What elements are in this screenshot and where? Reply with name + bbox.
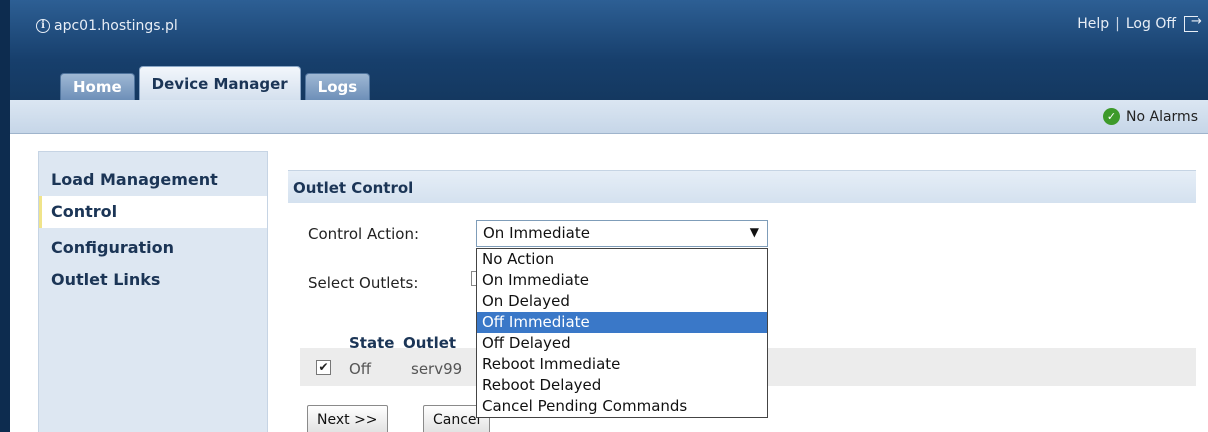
help-link[interactable]: Help [1077, 16, 1109, 32]
alarm-status-label: No Alarms [1126, 108, 1198, 125]
sidebar-item-load-management[interactable]: Load Management [39, 164, 267, 196]
link-separator: | [1115, 16, 1120, 32]
option-reboot-immediate[interactable]: Reboot Immediate [477, 354, 767, 375]
top-links: Help | Log Off [1077, 14, 1202, 32]
option-cancel-pending-commands[interactable]: Cancel Pending Commands [477, 396, 767, 417]
host-name: apc01.hostings.pl [54, 18, 178, 34]
control-action-label: Control Action: [308, 225, 420, 243]
dropdown-arrow-icon[interactable]: ▼ [750, 225, 759, 239]
control-action-select[interactable]: On Immediate ▼ [476, 220, 768, 247]
option-on-delayed[interactable]: On Delayed [477, 291, 767, 312]
option-off-immediate[interactable]: Off Immediate [477, 312, 767, 333]
tab-logs[interactable]: Logs [304, 73, 371, 100]
sidebar-nav: Load Management Control Configuration Ou… [38, 151, 268, 432]
option-on-immediate[interactable]: On Immediate [477, 270, 767, 291]
next-button[interactable]: Next >> [307, 405, 388, 432]
tab-home[interactable]: Home [60, 73, 135, 100]
check-icon: ✓ [1103, 108, 1121, 125]
host-info: i apc01.hostings.pl [36, 18, 178, 34]
control-action-options: No Action On Immediate On Delayed Off Im… [476, 248, 768, 418]
tab-device-manager[interactable]: Device Manager [138, 66, 301, 100]
option-off-delayed[interactable]: Off Delayed [477, 333, 767, 354]
outlet-name: serv99 [411, 360, 463, 378]
status-bar: ✓ No Alarms [10, 100, 1208, 134]
option-no-action[interactable]: No Action [477, 249, 767, 270]
control-action-selected: On Immediate [483, 224, 590, 242]
app-header: i apc01.hostings.pl Help | Log Off Home … [10, 0, 1208, 100]
info-icon: i [36, 19, 50, 33]
section-title: Outlet Control [288, 170, 1196, 203]
outlet-checkbox[interactable]: ✔ [316, 360, 331, 375]
sidebar-item-outlet-links[interactable]: Outlet Links [39, 264, 267, 296]
option-reboot-delayed[interactable]: Reboot Delayed [477, 375, 767, 396]
sidebar-item-control[interactable]: Control [39, 196, 267, 228]
outlet-state: Off [349, 360, 372, 378]
sidebar-item-configuration[interactable]: Configuration [39, 232, 267, 264]
logoff-icon[interactable] [1184, 14, 1202, 32]
main-tabs: Home Device Manager Logs [60, 66, 371, 100]
logoff-link[interactable]: Log Off [1126, 16, 1176, 32]
select-outlets-label: Select Outlets: [308, 274, 419, 292]
left-edge-strip [0, 0, 10, 432]
alarm-status: ✓ No Alarms [1103, 108, 1198, 125]
